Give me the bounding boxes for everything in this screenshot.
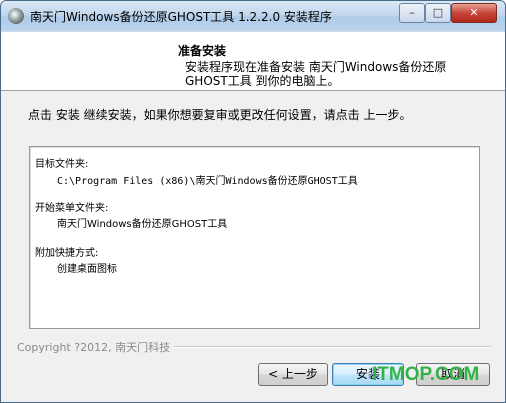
copyright-text: Copyright ?2012, 南天门科技 bbox=[17, 339, 175, 355]
page-description: 安装程序现在准备安装 南天门Windows备份还原GHOST工具 到你的电脑上。 bbox=[185, 60, 447, 88]
maximize-button[interactable]: □ bbox=[425, 3, 451, 23]
close-icon: ✕ bbox=[469, 6, 479, 19]
close-button[interactable]: ✕ bbox=[451, 3, 497, 23]
wizard-body: 点击 安装 继续安装，如果你想要复审或更改任何设置，请点击 上一步。 目标文件夹… bbox=[1, 91, 505, 402]
page-title: 准备安装 bbox=[178, 44, 227, 58]
instruction-text: 点击 安装 继续安装，如果你想要复审或更改任何设置，请点击 上一步。 bbox=[28, 108, 412, 122]
shortcuts-value: 创建桌面图标 bbox=[57, 264, 117, 275]
window-title: 南天门Windows备份还原GHOST工具 1.2.2.0 安装程序 bbox=[30, 10, 332, 24]
start-menu-label: 开始菜单文件夹: bbox=[35, 203, 109, 214]
back-button[interactable]: < 上一步 bbox=[258, 363, 328, 386]
shortcuts-label: 附加快捷方式: bbox=[35, 248, 99, 259]
maximize-icon: □ bbox=[432, 6, 444, 19]
title-bar[interactable]: 南天门Windows备份还原GHOST工具 1.2.2.0 安装程序 – □ ✕ bbox=[1, 1, 505, 31]
start-menu-value: 南天门Windows备份还原GHOST工具 bbox=[57, 219, 228, 230]
settings-summary-box[interactable]: 目标文件夹: C:\Program Files (x86)\南天门Windows… bbox=[29, 146, 480, 329]
installer-window: 南天门Windows备份还原GHOST工具 1.2.2.0 安装程序 – □ ✕… bbox=[0, 0, 506, 403]
dest-folder-label: 目标文件夹: bbox=[35, 159, 89, 170]
footer-separator: Copyright ?2012, 南天门科技 bbox=[17, 339, 491, 355]
wizard-header: 准备安装 安装程序现在准备安装 南天门Windows备份还原GHOST工具 到你… bbox=[1, 32, 505, 91]
minimize-icon: – bbox=[409, 6, 415, 19]
watermark-logo: ITMOP.COM bbox=[372, 364, 480, 385]
dest-folder-value: C:\Program Files (x86)\南天门Windows备份还原GHO… bbox=[57, 176, 358, 187]
app-icon bbox=[8, 8, 24, 24]
minimize-button[interactable]: – bbox=[399, 3, 425, 23]
